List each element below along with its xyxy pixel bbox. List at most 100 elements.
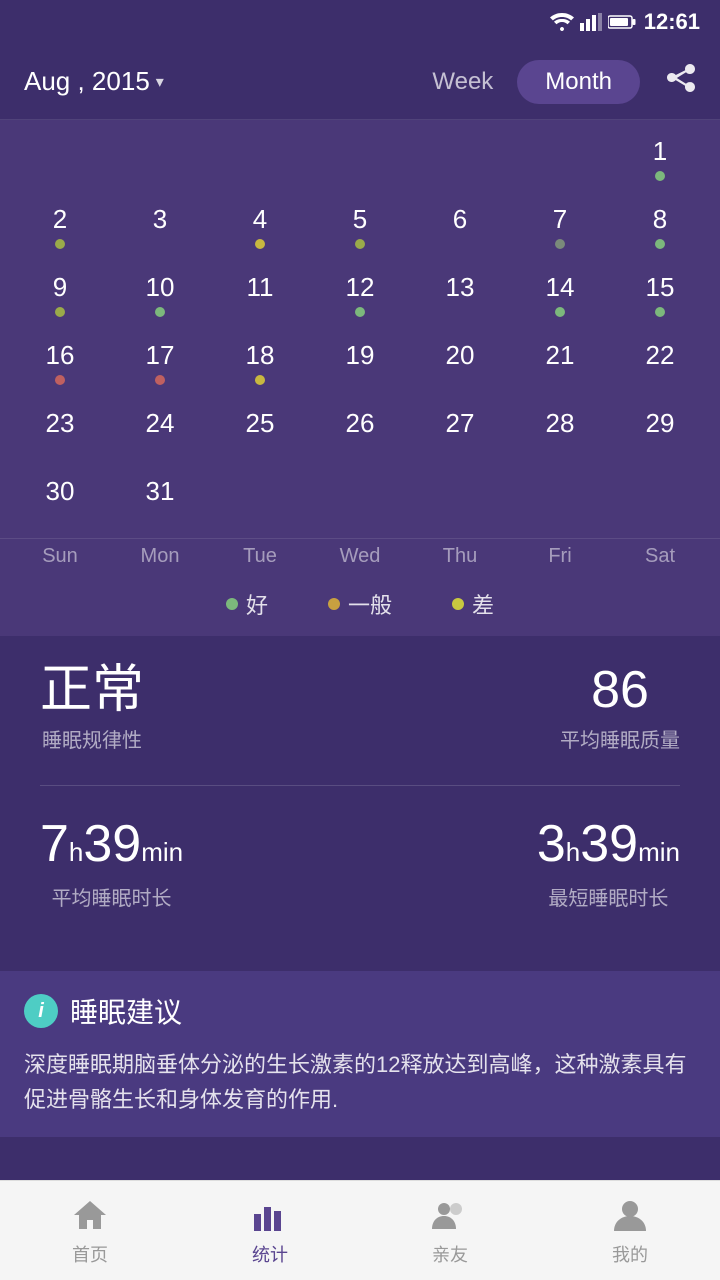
dot-8 xyxy=(655,239,665,249)
advice-title: i 睡眠建议 xyxy=(24,991,696,1031)
calendar-day-empty-5 xyxy=(410,130,510,198)
calendar-day-28[interactable]: 28 xyxy=(510,402,610,470)
calendar-day-25[interactable]: 25 xyxy=(210,402,310,470)
calendar-day-empty-1 xyxy=(10,130,110,198)
stat-min-duration-value: 3h 39min xyxy=(537,814,680,874)
calendar-day-17[interactable]: 17 xyxy=(110,334,210,402)
dot-4 xyxy=(255,239,265,249)
stat-regularity-value: 正常 xyxy=(40,664,144,716)
calendar-day-27[interactable]: 27 xyxy=(410,402,510,470)
nav-item-friends[interactable]: 亲友 xyxy=(430,1195,470,1267)
calendar-day-16[interactable]: 16 xyxy=(10,334,110,402)
calendar-day-empty-6 xyxy=(510,130,610,198)
calendar-day-12[interactable]: 12 xyxy=(310,266,410,334)
nav-label-profile: 我的 xyxy=(612,1241,648,1267)
stat-regularity: 正常 睡眠规律性 xyxy=(40,664,144,753)
calendar-day-11[interactable]: 11 xyxy=(210,266,310,334)
nav-label-friends: 亲友 xyxy=(432,1241,468,1267)
date-dropdown-arrow[interactable]: ▾ xyxy=(156,72,164,92)
calendar-day-23[interactable]: 23 xyxy=(10,402,110,470)
friends-icon xyxy=(430,1195,470,1235)
calendar-day-7[interactable]: 7 xyxy=(510,198,610,266)
stat-avg-duration: 7h 39min 平均睡眠时长 xyxy=(40,814,183,911)
nav-item-home[interactable]: 首页 xyxy=(70,1195,110,1267)
dot-9 xyxy=(55,307,65,317)
header: Aug , 2015 ▾ Week Month xyxy=(0,44,720,120)
calendar-day-13[interactable]: 13 xyxy=(410,266,510,334)
stat-quality-label: 平均睡眠质量 xyxy=(560,724,680,753)
stat-avg-label: 平均睡眠时长 xyxy=(52,882,172,911)
stats-divider xyxy=(40,785,680,786)
weekday-tue: Tue xyxy=(210,545,310,568)
dot-15 xyxy=(655,307,665,317)
dot-2 xyxy=(55,239,65,249)
calendar-day-22[interactable]: 22 xyxy=(610,334,710,402)
legend-dot-ok xyxy=(328,598,340,610)
legend-label-good: 好 xyxy=(246,588,268,620)
calendar-day-empty-a xyxy=(210,470,310,538)
dot-17 xyxy=(155,375,165,385)
nav-label-stats: 统计 xyxy=(252,1241,288,1267)
weekday-wed: Wed xyxy=(310,545,410,568)
calendar-day-15[interactable]: 15 xyxy=(610,266,710,334)
calendar-day-6[interactable]: 6 xyxy=(410,198,510,266)
dot-1 xyxy=(655,171,665,181)
calendar-day-19[interactable]: 19 xyxy=(310,334,410,402)
stats-section: 正常 睡眠规律性 86 平均睡眠质量 7h 39min 平均睡眠时长 3h 39… xyxy=(0,636,720,971)
dot-16 xyxy=(55,375,65,385)
calendar-day-5[interactable]: 5 xyxy=(310,198,410,266)
calendar-day-4[interactable]: 4 xyxy=(210,198,310,266)
calendar-day-26[interactable]: 26 xyxy=(310,402,410,470)
stat-avg-hours: 7 xyxy=(40,814,69,874)
advice-section: i 睡眠建议 深度睡眠期脑垂体分泌的生长激素的12释放达到高峰，这种激素具有促进… xyxy=(0,971,720,1137)
dot-14 xyxy=(555,307,565,317)
stat-avg-min: 39 xyxy=(83,814,141,874)
nav-label-home: 首页 xyxy=(72,1241,108,1267)
date-text: Aug , 2015 xyxy=(24,66,150,97)
calendar-day-14[interactable]: 14 xyxy=(510,266,610,334)
battery-icon xyxy=(608,14,636,30)
stats-row-1: 正常 睡眠规律性 86 平均睡眠质量 xyxy=(40,664,680,753)
calendar-day-31[interactable]: 31 xyxy=(110,470,210,538)
calendar-day-1[interactable]: 1 xyxy=(610,130,710,198)
nav-item-profile[interactable]: 我的 xyxy=(610,1195,650,1267)
calendar-day-18[interactable]: 18 xyxy=(210,334,310,402)
dot-10 xyxy=(155,307,165,317)
status-bar: 12:61 xyxy=(0,0,720,44)
calendar-day-24[interactable]: 24 xyxy=(110,402,210,470)
calendar-day-20[interactable]: 20 xyxy=(410,334,510,402)
stats-row-2: 7h 39min 平均睡眠时长 3h 39min 最短睡眠时长 xyxy=(40,814,680,911)
legend-row: 好 一般 差 xyxy=(0,576,720,636)
stat-quality: 86 平均睡眠质量 xyxy=(560,664,680,753)
calendar-day-21[interactable]: 21 xyxy=(510,334,610,402)
calendar-day-empty-3 xyxy=(210,130,310,198)
calendar-day-empty-e xyxy=(610,470,710,538)
nav-item-stats[interactable]: 统计 xyxy=(250,1195,290,1267)
weekday-row: Sun Mon Tue Wed Thu Fri Sat xyxy=(0,538,720,576)
calendar-day-9[interactable]: 9 xyxy=(10,266,110,334)
calendar-day-30[interactable]: 30 xyxy=(10,470,110,538)
profile-icon xyxy=(610,1195,650,1235)
calendar-day-2[interactable]: 2 xyxy=(10,198,110,266)
calendar-day-3[interactable]: 3 xyxy=(110,198,210,266)
advice-text: 深度睡眠期脑垂体分泌的生长激素的12释放达到高峰，这种激素具有促进骨骼生长和身体… xyxy=(24,1047,696,1117)
week-tab[interactable]: Week xyxy=(432,68,493,96)
calendar-day-10[interactable]: 10 xyxy=(110,266,210,334)
legend-dot-bad xyxy=(452,598,464,610)
legend-ok: 一般 xyxy=(328,588,392,620)
calendar-day-8[interactable]: 8 xyxy=(610,198,710,266)
calendar-day-29[interactable]: 29 xyxy=(610,402,710,470)
calendar-section: 1 2 3 4 5 6 7 8 9 xyxy=(0,120,720,636)
stat-regularity-label: 睡眠规律性 xyxy=(42,724,142,753)
info-icon: i xyxy=(24,994,58,1028)
status-icons xyxy=(550,13,636,31)
calendar-day-empty-d xyxy=(510,470,610,538)
stat-min-duration: 3h 39min 最短睡眠时长 xyxy=(537,814,680,911)
calendar-day-empty-4 xyxy=(310,130,410,198)
month-tab[interactable]: Month xyxy=(517,60,640,104)
legend-label-bad: 差 xyxy=(472,588,494,620)
header-date[interactable]: Aug , 2015 ▾ xyxy=(24,66,164,97)
stat-avg-duration-value: 7h 39min xyxy=(40,814,183,874)
stat-min-label: 最短睡眠时长 xyxy=(548,882,668,911)
share-button[interactable] xyxy=(664,62,696,101)
